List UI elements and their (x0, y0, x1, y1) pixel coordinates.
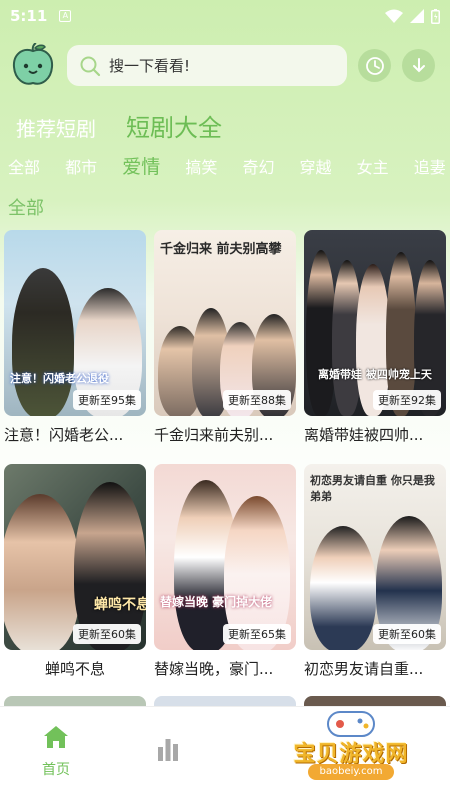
history-button[interactable] (358, 49, 391, 82)
apple-logo-icon[interactable] (12, 43, 54, 87)
drama-poster: 注意！闪婚老公退役 更新至95集 (4, 230, 146, 416)
poster-caption: 初恋男友请自重 你只是我弟弟 (310, 474, 435, 503)
episode-badge: 更新至95集 (73, 390, 141, 410)
poster-caption: 蝉鸣不息 (94, 597, 146, 613)
drama-title: 千金归来前夫别... (154, 426, 274, 444)
drama-title: 替嫁当晚，豪门... (154, 660, 274, 678)
poster-caption: 注意！闪婚老公退役 (10, 372, 109, 385)
watermark-logo: 宝贝游戏网 baobeiy.com (276, 706, 426, 786)
search-icon (80, 56, 101, 76)
drama-card[interactable]: 蝉鸣不息 更新至60集 蝉鸣不息 (4, 464, 146, 679)
drama-title: 注意！闪婚老公... (4, 426, 124, 444)
section-title: 全部 (8, 198, 44, 219)
status-icons (385, 8, 440, 24)
search-input[interactable]: 搜一下看看! (67, 45, 347, 86)
drama-title: 初恋男友请自重... (304, 660, 424, 678)
category-all[interactable]: 全部 (8, 154, 40, 178)
clock-icon (365, 56, 384, 75)
nav-home[interactable]: 首页 (16, 725, 96, 779)
search-placeholder: 搜一下看看! (109, 57, 191, 75)
poster-caption: 离婚带娃 被四帅宠上天 (318, 368, 432, 381)
drama-grid: 注意！闪婚老公退役 更新至95集 注意！闪婚老公... 千金归来 前夫别高攀 更… (4, 230, 450, 710)
category-comedy[interactable]: 搞笑 (185, 154, 217, 178)
episode-badge: 更新至60集 (73, 624, 141, 644)
nav-home-label: 首页 (42, 762, 70, 778)
category-fantasy[interactable]: 奇幻 (242, 154, 274, 178)
category-female-lead[interactable]: 女主 (357, 154, 389, 178)
watermark-url: baobeiy.com (308, 764, 394, 780)
wifi-icon (385, 9, 403, 23)
home-icon (44, 726, 68, 748)
signal-icon (410, 9, 424, 23)
drama-card[interactable]: 离婚带娃 被四帅宠上天 更新至92集 离婚带娃被四帅... (304, 230, 446, 445)
drama-title: 蝉鸣不息 (44, 660, 105, 678)
battery-icon (431, 8, 440, 24)
drama-card[interactable]: 注意！闪婚老公退役 更新至95集 注意！闪婚老公... (4, 230, 146, 445)
main-tabs: 推荐短剧 短剧大全 (16, 108, 222, 143)
poster-caption: 千金归来 前夫别高攀 (160, 242, 282, 257)
category-bar: 全部 都市 爱情 搞笑 奇幻 穿越 女主 追妻 (8, 152, 450, 180)
poster-caption: 替嫁当晚 豪门掉大佬 (160, 595, 273, 609)
category-romance[interactable]: 爱情 (122, 152, 160, 179)
tab-all-dramas[interactable]: 短剧大全 (126, 108, 222, 143)
drama-title: 离婚带娃被四帅... (304, 426, 424, 444)
header: 搜一下看看! (12, 43, 438, 89)
episode-badge: 更新至92集 (373, 390, 441, 410)
drama-card[interactable]: 初恋男友请自重 你只是我弟弟 更新至60集 初恋男友请自重... (304, 464, 446, 679)
drama-poster: 替嫁当晚 豪门掉大佬 更新至65集 (154, 464, 296, 650)
drama-poster: 初恋男友请自重 你只是我弟弟 更新至60集 (304, 464, 446, 650)
drama-poster: 千金归来 前夫别高攀 更新至88集 (154, 230, 296, 416)
notification-icon: A (59, 10, 72, 22)
category-time-travel[interactable]: 穿越 (300, 154, 332, 178)
tab-recommended[interactable]: 推荐短剧 (16, 113, 96, 142)
episode-badge: 更新至88集 (223, 390, 291, 410)
status-time: 5:11 (10, 7, 48, 25)
drama-card[interactable]: 替嫁当晚 豪门掉大佬 更新至65集 替嫁当晚，豪门... (154, 464, 296, 679)
category-urban[interactable]: 都市 (65, 154, 97, 178)
drama-poster: 离婚带娃 被四帅宠上天 更新至92集 (304, 230, 446, 416)
drama-poster: 蝉鸣不息 更新至60集 (4, 464, 146, 650)
drama-card[interactable]: 千金归来 前夫别高攀 更新至88集 千金归来前夫别... (154, 230, 296, 445)
download-icon (412, 57, 425, 72)
episode-badge: 更新至65集 (223, 624, 291, 644)
status-bar: 5:11 A (0, 0, 450, 32)
category-chase-wife[interactable]: 追妻 (414, 154, 446, 178)
bar-chart-icon (158, 739, 178, 761)
episode-badge: 更新至60集 (373, 624, 441, 644)
nav-rank[interactable] (128, 725, 208, 765)
download-button[interactable] (402, 49, 435, 82)
